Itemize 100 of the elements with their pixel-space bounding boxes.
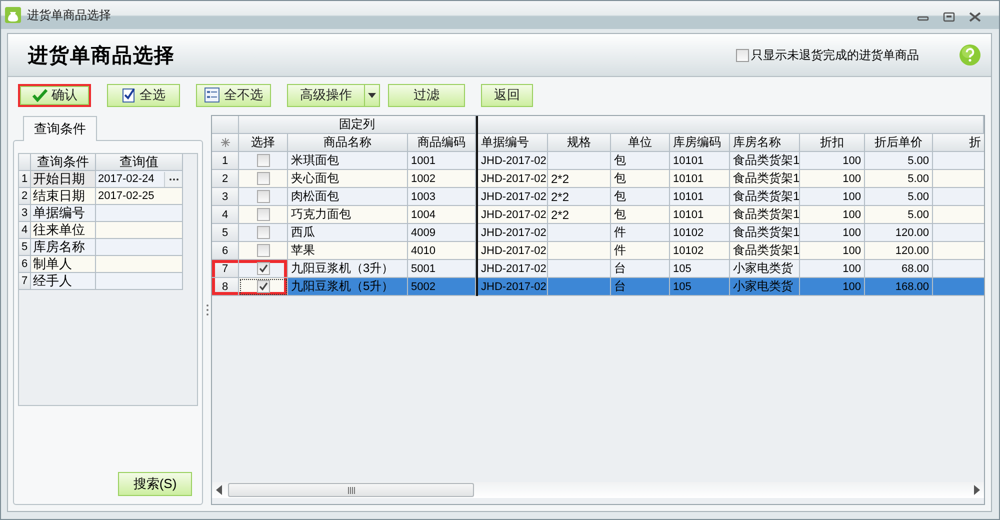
- row-number: 7: [212, 260, 239, 278]
- table-cell: 包: [611, 188, 670, 206]
- column-header[interactable]: 库房名称: [730, 134, 800, 152]
- close-icon[interactable]: [969, 12, 981, 22]
- table-cell[interactable]: [96, 205, 183, 222]
- row-number: 6: [19, 256, 31, 273]
- row-checkbox[interactable]: [256, 208, 270, 221]
- table-cell: 包: [611, 152, 670, 170]
- asterisk-icon: [220, 138, 230, 147]
- splitter-grip-icon[interactable]: [206, 304, 208, 316]
- table-cell: 巧克力面包: [288, 206, 408, 224]
- table-cell: JHD-2017-02: [478, 152, 548, 170]
- query-tab[interactable]: 查询条件: [23, 116, 97, 141]
- column-header[interactable]: 商品编码: [408, 134, 476, 152]
- table-cell: 100: [800, 260, 865, 278]
- table-cell: 168.00: [865, 278, 933, 296]
- toolbar-button[interactable]: 全选: [107, 84, 180, 106]
- row-checkbox[interactable]: [256, 226, 270, 239]
- table-cell: 10101: [670, 206, 730, 224]
- table-cell: 5.00: [865, 152, 933, 170]
- ellipsis-icon: [168, 178, 178, 180]
- table-cell[interactable]: [96, 256, 183, 273]
- column-header: 查询值: [96, 154, 183, 171]
- table-cell: 食品类货架1: [730, 242, 800, 260]
- table-cell: 结束日期: [31, 188, 96, 205]
- row-number: 6: [212, 242, 239, 260]
- column-header[interactable]: 规格: [548, 134, 611, 152]
- table-cell: 夹心面包: [288, 170, 408, 188]
- app-icon: [5, 7, 21, 23]
- table-cell: 2*2: [548, 206, 611, 224]
- table-row[interactable]: 4 巧克力面包 1004 JHD-2017-02 2*2 包 10101 食品类货架1 100 5.00: [212, 206, 984, 224]
- table-cell: 5.00: [865, 170, 933, 188]
- table-cell[interactable]: [96, 222, 183, 239]
- dropdown-button[interactable]: [365, 84, 380, 106]
- column-header[interactable]: 折: [933, 134, 984, 152]
- table-cell: 4009: [408, 224, 476, 242]
- table-cell: 小家电类货: [730, 260, 800, 278]
- table-cell[interactable]: [96, 273, 183, 290]
- restore-icon[interactable]: [943, 12, 955, 22]
- table-cell: 食品类货架1: [730, 224, 800, 242]
- table-row[interactable]: 7 九阳豆浆机（3升） 5001 JHD-2017-02 台 105 小家电类货 100 68.00: [212, 260, 984, 278]
- search-button[interactable]: 搜索(S): [118, 472, 192, 496]
- toolbar-button[interactable]: 返回: [481, 84, 533, 106]
- table-cell: 食品类货架1: [730, 152, 800, 170]
- table-cell: 食品类货架1: [730, 188, 800, 206]
- table-cell: [548, 242, 611, 260]
- table-cell: [933, 170, 984, 188]
- scrollbar-thumb[interactable]: [228, 483, 474, 497]
- column-header[interactable]: 单位: [611, 134, 670, 152]
- table-row[interactable]: 1 米琪面包 1001 JHD-2017-02 包 10101 食品类货架1 100 5.00: [212, 152, 984, 170]
- column-header[interactable]: 折扣: [800, 134, 865, 152]
- filter-checkbox[interactable]: [736, 48, 749, 62]
- table-cell: JHD-2017-02: [478, 188, 548, 206]
- scroll-left-icon[interactable]: [216, 485, 224, 495]
- table-cell: 单据编号: [31, 205, 96, 222]
- table-cell: 5.00: [865, 188, 933, 206]
- scroll-right-icon[interactable]: [972, 485, 980, 495]
- table-cell: 肉松面包: [288, 188, 408, 206]
- cell-value: 2017-02-25: [98, 190, 154, 202]
- table-cell: 10102: [670, 242, 730, 260]
- table-cell[interactable]: 2017-02-24: [96, 171, 183, 188]
- row-number: 3: [19, 205, 31, 222]
- table-row[interactable]: 3 肉松面包 1003 JHD-2017-02 2*2 包 10101 食品类货架1 100 5.00: [212, 188, 984, 206]
- row-checkbox[interactable]: [256, 280, 270, 293]
- table-cell[interactable]: 2017-02-25: [96, 188, 183, 205]
- toolbar-button[interactable]: 高级操作: [287, 84, 365, 106]
- table-cell[interactable]: [96, 239, 183, 256]
- table-cell: 件: [611, 242, 670, 260]
- filter-checkbox-label[interactable]: 只显示未退货完成的进货单商品: [751, 46, 919, 64]
- column-header[interactable]: 折后单价: [865, 134, 933, 152]
- row-number: 4: [212, 206, 239, 224]
- table-cell: [548, 152, 611, 170]
- table-row[interactable]: 6 苹果 4010 JHD-2017-02 件 10102 食品类货架1 100 120.00: [212, 242, 984, 260]
- row-checkbox[interactable]: [256, 190, 270, 203]
- table-cell: 件: [611, 224, 670, 242]
- toolbar-button[interactable]: 过滤: [388, 84, 465, 106]
- table-cell: 西瓜: [288, 224, 408, 242]
- more-button[interactable]: [164, 172, 182, 186]
- row-number: 3: [212, 188, 239, 206]
- row-checkbox[interactable]: [256, 172, 270, 185]
- row-checkbox[interactable]: [256, 244, 270, 257]
- row-number: 5: [19, 239, 31, 256]
- table-row[interactable]: 8 九阳豆浆机（5升） 5002 JHD-2017-02 台 105 小家电类货 100 168.00: [212, 278, 984, 296]
- table-row[interactable]: 5 西瓜 4009 JHD-2017-02 件 10102 食品类货架1 100 120.00: [212, 224, 984, 242]
- column-header[interactable]: 库房编码: [670, 134, 730, 152]
- row-checkbox[interactable]: [256, 154, 270, 167]
- column-header[interactable]: 选择: [239, 134, 288, 152]
- column-header[interactable]: 单据编号: [478, 134, 548, 152]
- table-cell: 2*2: [548, 170, 611, 188]
- column-header[interactable]: 商品名称: [288, 134, 408, 152]
- table-cell: 经手人: [31, 273, 96, 290]
- page-title: 进货单商品选择: [28, 44, 176, 68]
- toolbar-button[interactable]: 确认: [18, 84, 91, 106]
- table-cell: 制单人: [31, 256, 96, 273]
- checked-box-icon: [122, 87, 136, 103]
- table-cell: 100: [800, 188, 865, 206]
- help-icon[interactable]: [959, 44, 981, 66]
- toolbar-button[interactable]: 全不选: [196, 84, 271, 106]
- row-checkbox[interactable]: [256, 262, 270, 275]
- table-row[interactable]: 2 夹心面包 1002 JHD-2017-02 2*2 包 10101 食品类货架1 100 5.00: [212, 170, 984, 188]
